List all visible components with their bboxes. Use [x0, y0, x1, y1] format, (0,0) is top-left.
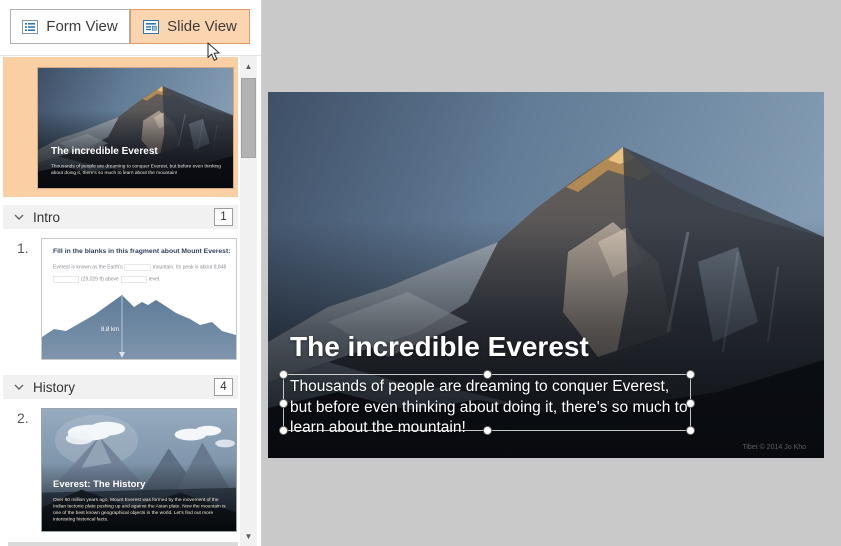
blank-text: mountain. Its peak is about 8,848 — [152, 264, 227, 271]
resize-handle-top-middle[interactable] — [483, 370, 492, 379]
thumbnail-title-slide-selected[interactable]: The incredible Everest Thousands of peop… — [3, 57, 238, 197]
resize-handle-middle-right[interactable] — [686, 399, 695, 408]
slide-canvas[interactable]: The incredible Everest Thousands of peop… — [268, 92, 824, 458]
scroll-up-arrow[interactable]: ▲ — [240, 59, 257, 73]
selected-textbox[interactable]: Thousands of people are dreaming to conq… — [279, 370, 695, 436]
view-toggle-bar: Form View Slide View — [0, 0, 261, 56]
section-label: Intro — [33, 209, 61, 225]
blank-text: (29,029 ft) above — [81, 276, 119, 283]
form-view-label: Form View — [46, 18, 118, 35]
form-view-icon — [22, 19, 39, 34]
mountain-height-graphic: 8.8 km — [42, 295, 236, 359]
blank-field — [124, 264, 151, 271]
question-number: 2. — [17, 410, 29, 426]
section-label: History — [33, 379, 76, 395]
resize-handle-bottom-left[interactable] — [279, 426, 288, 435]
slide-title-text[interactable]: The incredible Everest — [290, 331, 589, 363]
resize-handle-bottom-right[interactable] — [686, 426, 695, 435]
history-slide-title: Everest: The History — [53, 479, 146, 490]
fill-blank-line-1: Everest is known as the Earth's mountain… — [53, 264, 231, 271]
resize-handle-bottom-middle[interactable] — [483, 426, 492, 435]
blank-text: level. — [148, 276, 161, 283]
blank-text: Everest is known as the Earth's — [53, 264, 123, 271]
history-slide-body: Over 60 million years ago, Mount Everest… — [53, 497, 226, 522]
thumb-slide-title: The incredible Everest — [51, 146, 158, 157]
sidebar-scrollbar[interactable]: ▲ ▼ — [240, 56, 257, 546]
scrollbar-thumb[interactable] — [241, 78, 256, 158]
resize-handle-top-left[interactable] — [279, 370, 288, 379]
question-number: 1. — [17, 240, 29, 256]
form-view-button[interactable]: Form View — [10, 9, 130, 44]
section-header-history[interactable]: History 4 — [3, 375, 238, 399]
section-count-badge: 1 — [214, 208, 233, 226]
slide-view-label: Slide View — [167, 18, 237, 35]
slide-view-button[interactable]: Slide View — [130, 9, 250, 44]
thumb-slide-body: Thousands of people are dreaming to conq… — [51, 163, 221, 176]
question-title: Fill in the blanks in this fragment abou… — [53, 248, 231, 255]
height-label: 8.8 km — [101, 327, 119, 333]
photo-watermark: Tibet © 2014 Jo Kho — [742, 444, 806, 451]
slides-sidebar: Form View Slide View The incredible Ever… — [0, 0, 262, 546]
chevron-down-icon — [14, 384, 24, 390]
thumbnail-question-1[interactable]: Fill in the blanks in this fragment abou… — [41, 238, 237, 360]
blank-field — [120, 276, 147, 283]
resize-handle-top-right[interactable] — [686, 370, 695, 379]
blank-field — [53, 276, 79, 283]
quiz-editor-window: Form View Slide View The incredible Ever… — [0, 0, 841, 546]
resize-handle-middle-left[interactable] — [279, 399, 288, 408]
chevron-down-icon — [14, 214, 24, 220]
mouse-cursor — [207, 42, 220, 61]
fill-blank-line-2: (29,029 ft) above level. — [53, 276, 231, 283]
next-row-edge — [8, 542, 238, 546]
scroll-down-arrow[interactable]: ▼ — [240, 529, 257, 543]
section-header-intro[interactable]: Intro 1 — [3, 205, 238, 229]
slide-view-icon — [143, 19, 160, 34]
section-count-badge: 4 — [214, 378, 233, 396]
thumbnail-question-2[interactable]: Everest: The History Over 60 million yea… — [41, 408, 237, 532]
title-slide-thumbnail-image: The incredible Everest Thousands of peop… — [37, 67, 234, 189]
